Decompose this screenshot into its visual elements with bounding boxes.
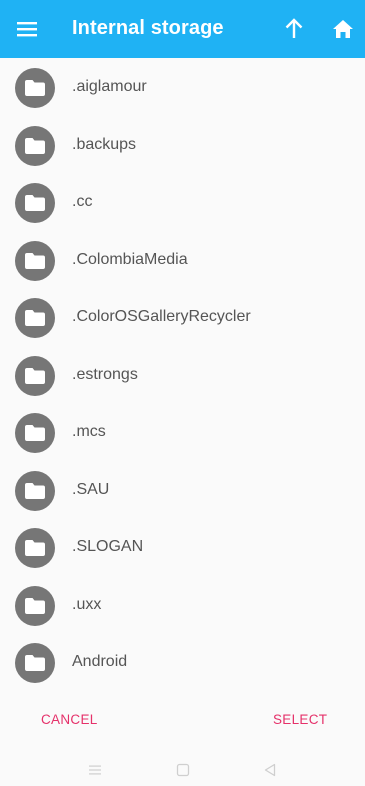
folder-icon (15, 528, 55, 568)
folder-name: .SLOGAN (72, 538, 144, 555)
cancel-button[interactable]: CANCEL (41, 712, 98, 727)
folder-icon (15, 68, 55, 108)
home-icon[interactable] (328, 14, 358, 44)
back-triangle-icon[interactable] (262, 762, 278, 778)
folder-list: .aiglamour .backups .cc .ColombiaMedia .… (0, 58, 365, 690)
folder-icon (15, 298, 55, 338)
folder-icon (15, 355, 55, 396)
list-item[interactable]: .SAU (0, 461, 365, 518)
list-item[interactable]: .backups (0, 116, 365, 173)
folder-icon (15, 585, 55, 626)
folder-name: .ColorOSGalleryRecycler (72, 308, 251, 325)
list-item[interactable]: .uxx (0, 576, 365, 633)
dialog-actions: CANCEL SELECT (0, 700, 365, 740)
list-item[interactable]: .estrongs (0, 346, 365, 403)
list-item[interactable]: .aiglamour (0, 58, 365, 115)
list-item[interactable]: .SLOGAN (0, 518, 365, 575)
list-item[interactable]: .mcs (0, 403, 365, 460)
folder-icon (15, 183, 55, 223)
list-item[interactable]: .ColombiaMedia (0, 231, 365, 288)
folder-icon (15, 470, 55, 511)
folder-name: .aiglamour (72, 78, 147, 95)
arrow-up-icon[interactable] (279, 14, 309, 44)
folder-name: .backups (72, 135, 137, 153)
file-picker-screen: Internal storage .aiglamour .backups .cc… (0, 0, 365, 786)
folder-name: .cc (72, 193, 93, 210)
folder-name: .ColombiaMedia (72, 250, 188, 268)
folder-name: Android (72, 653, 128, 670)
folder-name: .estrongs (72, 365, 138, 383)
select-button[interactable]: SELECT (273, 712, 327, 727)
folder-icon (15, 240, 55, 281)
recent-apps-icon[interactable] (87, 762, 103, 778)
list-item[interactable]: .ColorOSGalleryRecycler (0, 288, 365, 345)
hamburger-menu-icon[interactable] (12, 14, 42, 44)
list-item[interactable]: .cc (0, 173, 365, 230)
system-nav-bar (0, 752, 365, 786)
home-square-icon[interactable] (175, 762, 191, 778)
folder-name: .uxx (72, 595, 102, 613)
folder-name: .SAU (72, 480, 110, 498)
folder-name: .mcs (72, 423, 106, 440)
app-bar: Internal storage (0, 0, 365, 58)
page-title: Internal storage (72, 17, 224, 39)
folder-icon (15, 413, 55, 453)
folder-icon (15, 643, 55, 683)
list-item[interactable]: Android (0, 633, 365, 690)
folder-icon (15, 125, 55, 166)
